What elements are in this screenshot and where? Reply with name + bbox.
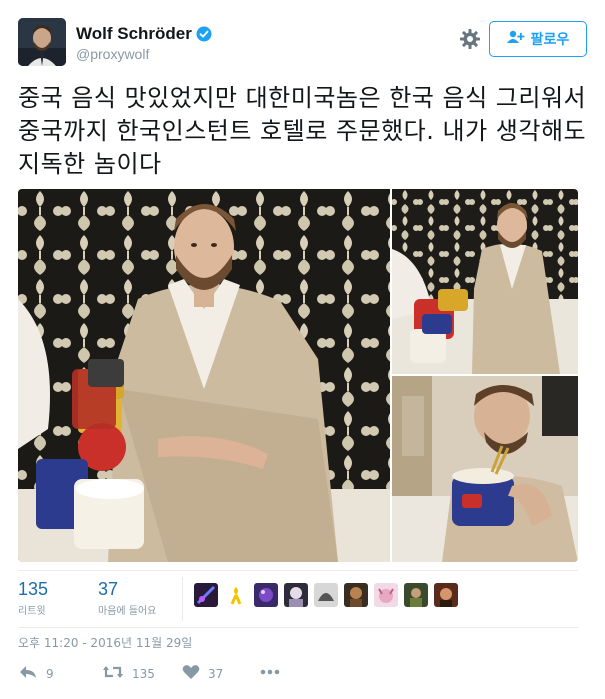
add-user-icon <box>506 30 525 48</box>
retweet-label: 리트윗 <box>18 606 46 617</box>
like-stat[interactable]: 37 마음에 들어요 <box>98 579 156 617</box>
liker-avatar[interactable] <box>314 583 338 607</box>
liker-avatar[interactable] <box>344 583 368 607</box>
more-button[interactable] <box>260 664 280 678</box>
like-action-count: 37 <box>208 666 224 681</box>
reply-button[interactable]: 9 <box>18 664 54 683</box>
liker-avatar[interactable] <box>254 583 278 607</box>
photo-man-in-robe-with-noodles[interactable] <box>18 189 390 562</box>
stats-divider <box>182 577 183 621</box>
verified-badge-icon <box>196 26 212 42</box>
retweet-action-count: 135 <box>132 666 155 681</box>
tweet-timestamp[interactable]: 오후 11:20 - 2016년 11월 29일 <box>18 634 192 651</box>
follow-button[interactable]: 팔로우 <box>489 21 587 57</box>
more-icon <box>260 664 280 678</box>
like-button[interactable]: 37 <box>182 664 223 683</box>
heart-icon <box>182 664 200 683</box>
liker-avatars <box>194 583 458 607</box>
tweet-stats: 135 리트윗 37 마음에 들어요 <box>18 570 578 628</box>
avatar[interactable] <box>18 18 66 66</box>
liker-avatar[interactable] <box>374 583 398 607</box>
tweet-text: 중국 음식 맛있었지만 대한미국놈은 한국 음식 그리워서 중국까지 한국인스턴… <box>18 84 587 178</box>
follow-button-label: 팔로우 <box>530 32 570 48</box>
liker-avatar-ribbon[interactable] <box>224 583 248 607</box>
retweet-icon <box>102 664 124 683</box>
retweet-count[interactable]: 135 <box>18 579 48 600</box>
tweet-header: Wolf Schröder @proxywolf 팔로우 <box>18 18 587 68</box>
display-name-text[interactable]: Wolf Schröder <box>76 24 192 44</box>
retweet-stat[interactable]: 135 리트윗 <box>18 579 48 617</box>
liker-avatar[interactable] <box>434 583 458 607</box>
display-name[interactable]: Wolf Schröder <box>76 24 212 44</box>
user-handle[interactable]: @proxywolf <box>76 46 212 62</box>
liker-avatar[interactable] <box>284 583 308 607</box>
like-label: 마음에 들어요 <box>98 606 157 617</box>
photo-man-eating-noodles[interactable] <box>392 376 578 562</box>
reply-count: 9 <box>46 666 54 681</box>
tweet-actions: 9 135 37 <box>18 664 418 688</box>
reply-icon <box>18 664 38 683</box>
gear-icon[interactable] <box>459 28 481 50</box>
photo-man-on-bed-with-noodles[interactable] <box>392 189 578 374</box>
name-block: Wolf Schröder @proxywolf <box>76 24 212 62</box>
liker-avatar[interactable] <box>404 583 428 607</box>
like-count[interactable]: 37 <box>98 579 156 600</box>
retweet-button[interactable]: 135 <box>102 664 155 683</box>
liker-avatar[interactable] <box>194 583 218 607</box>
tweet-media <box>18 189 578 562</box>
